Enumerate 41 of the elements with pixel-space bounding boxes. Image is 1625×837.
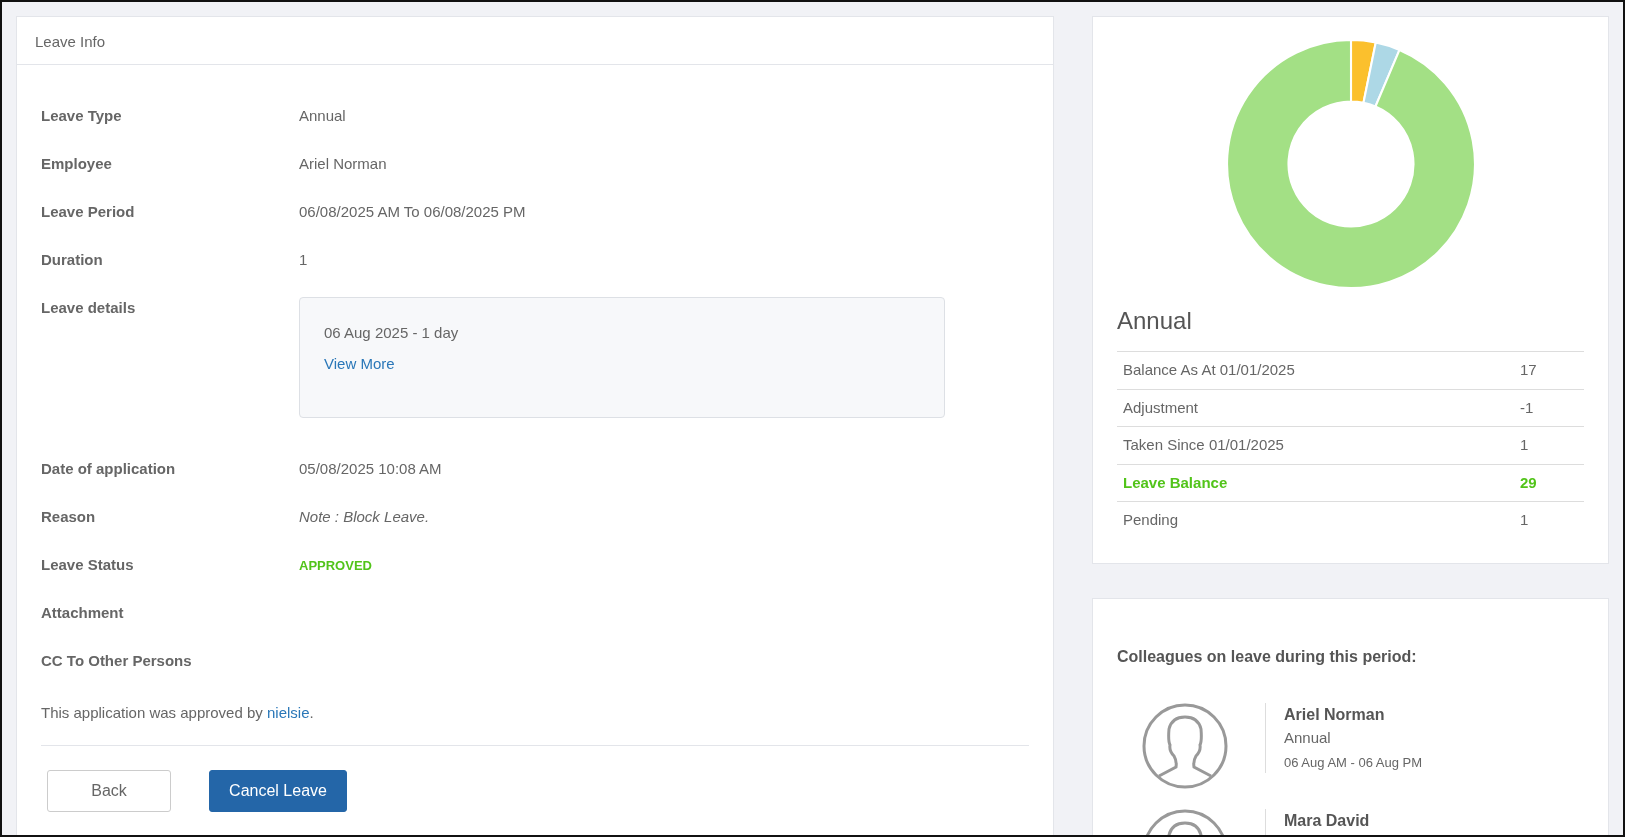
field-value: 1 xyxy=(299,251,308,268)
balance-value: 1 xyxy=(1514,501,1584,539)
balance-title: Annual xyxy=(1117,307,1192,334)
panel-title: Leave Info xyxy=(35,33,106,50)
leave-period: 06 Aug AM - 06 Aug PM xyxy=(1284,755,1423,770)
balance-label: Taken Since 01/01/2025 xyxy=(1117,426,1514,464)
field-label: Duration xyxy=(41,251,103,268)
balance-label: Leave Balance xyxy=(1117,464,1514,502)
field-label: Leave Status xyxy=(41,556,134,573)
leave-type: Annual xyxy=(1284,728,1331,746)
cancel-leave-button[interactable]: Cancel Leave xyxy=(209,769,347,812)
field-label: Leave Type xyxy=(41,107,122,124)
approval-text: This application was approved by nielsie. xyxy=(41,704,314,721)
balance-value: -1 xyxy=(1514,389,1584,427)
approver-link[interactable]: nielsie xyxy=(266,704,310,721)
status-label: APPROVED xyxy=(299,558,372,573)
balance-value: 1 xyxy=(1514,426,1584,464)
field-value: 05/08/2025 10:08 AM xyxy=(299,460,442,477)
avatar-icon xyxy=(1142,702,1228,789)
field-label: Reason xyxy=(41,508,96,525)
field-label: Employee xyxy=(41,155,112,172)
back-button[interactable]: Back xyxy=(47,769,171,812)
field-label: Attachment xyxy=(41,604,124,621)
field-value: 06/08/2025 AM To 06/08/2025 PM xyxy=(299,203,526,220)
field-label: Leave Period xyxy=(41,203,135,220)
field-value: Annual xyxy=(299,107,346,124)
colleagues-title: Colleagues on leave during this period: xyxy=(1117,647,1417,665)
balance-value: 17 xyxy=(1514,351,1584,389)
details-text: 06 Aug 2025 - 1 day xyxy=(324,324,459,341)
field-label: CC To Other Persons xyxy=(41,652,192,669)
field-label: Date of application xyxy=(41,460,176,477)
colleague-name: Ariel Norman xyxy=(1284,705,1385,723)
balance-label: Pending xyxy=(1117,501,1514,539)
balance-value: 29 xyxy=(1514,464,1584,502)
field-value: Ariel Norman xyxy=(299,155,387,172)
view-more-link[interactable]: View More xyxy=(324,354,395,372)
field-label: Leave details xyxy=(41,299,136,316)
balance-label: Balance As At 01/01/2025 xyxy=(1117,351,1514,389)
balance-label: Adjustment xyxy=(1117,389,1514,427)
colleague-name: Mara David xyxy=(1284,811,1370,829)
field-value: Note : Block Leave. xyxy=(299,508,430,525)
